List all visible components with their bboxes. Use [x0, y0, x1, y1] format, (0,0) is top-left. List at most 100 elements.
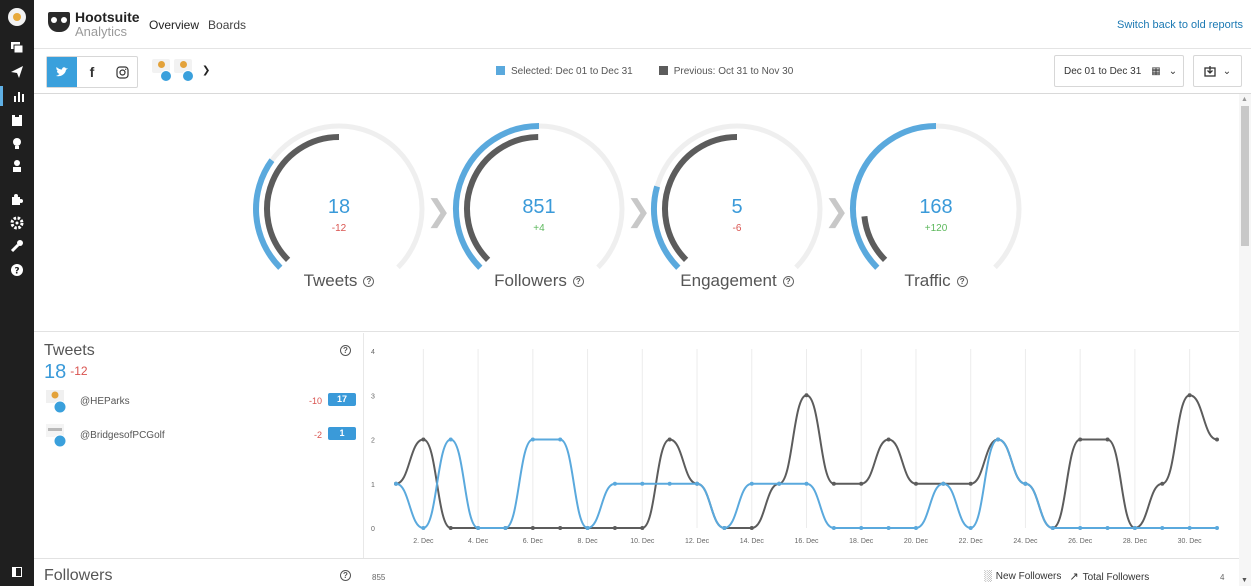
help-icon[interactable]: ?	[7, 260, 27, 280]
tweets-line-chart[interactable]: 0 1 2 3 4 2. Dec 4. Dec 6. Dec 8. Dec 10. Dec 12. …	[365, 333, 1239, 558]
facebook-network-button[interactable]: f	[77, 57, 107, 87]
insights-icon[interactable]	[7, 134, 27, 154]
profile-avatar	[46, 390, 68, 414]
series-selected-point	[421, 526, 426, 530]
brand-subtitle: Analytics	[75, 24, 128, 39]
scrollbar-thumb[interactable]	[1241, 106, 1249, 246]
series-selected-point	[476, 526, 481, 530]
legend-new-label: New Followers	[995, 571, 1062, 582]
twitter-network-button[interactable]	[47, 57, 77, 87]
scroll-down-icon[interactable]: ▼	[1241, 577, 1248, 584]
gauge-engagement[interactable]: 5 -6 Engagement?	[637, 94, 837, 332]
streams-icon[interactable]	[7, 38, 27, 58]
profile-row[interactable]: @HEParks -10 17	[44, 390, 356, 414]
selected-swatch	[496, 66, 505, 75]
x-tick-label: 26. Dec	[1068, 538, 1093, 545]
chevron-down-icon: ⌄	[1222, 65, 1232, 77]
apps-puzzle-icon[interactable]	[7, 190, 27, 210]
x-tick-label: 24. Dec	[1013, 538, 1038, 545]
help-icon[interactable]: ?	[340, 345, 351, 356]
tweets-total-delta: -12	[70, 364, 88, 378]
publisher-icon[interactable]	[7, 62, 27, 82]
followers-axis-top: 855	[372, 573, 386, 582]
export-button[interactable]: ⌄	[1193, 55, 1242, 87]
x-tick-label: 10. Dec	[630, 538, 655, 545]
top-header: Hootsuite Analytics Overview Boards Swit…	[34, 0, 1251, 49]
collapse-sidebar-icon[interactable]	[7, 562, 27, 582]
tab-boards[interactable]: Boards	[208, 18, 246, 32]
legend-total-label: Total Followers	[1082, 572, 1150, 583]
gauge-traffic[interactable]: 168 +120 Traffic?	[836, 94, 1036, 332]
profile-avatar-bridges	[152, 59, 174, 82]
x-tick-label: 2. Dec	[413, 538, 434, 545]
twitter-badge-icon	[182, 70, 194, 82]
series-selected-point	[640, 481, 645, 486]
tweets-panel-title: Tweets	[44, 342, 95, 359]
legend-previous: Previous: Oct 31 to Nov 30	[658, 66, 793, 77]
series-previous-point	[804, 393, 809, 398]
svg-text:?: ?	[14, 267, 19, 277]
profile-handle: @BridgesofPCGolf	[80, 430, 165, 441]
series-selected-point	[777, 481, 782, 486]
settings-gear-icon[interactable]	[7, 213, 27, 233]
help-icon[interactable]: ?	[363, 276, 375, 287]
network-selector: f	[46, 56, 138, 88]
instagram-icon	[115, 65, 129, 79]
tab-overview[interactable]: Overview	[149, 18, 199, 32]
series-selected-point	[831, 526, 836, 530]
series-previous-point	[968, 481, 973, 486]
scroll-up-icon[interactable]: ▲	[1241, 96, 1248, 103]
brand-title: Hootsuite	[75, 9, 140, 25]
gauge-delta: -12	[331, 223, 347, 234]
metric-gauges: 18 -12 Tweets? ❯ 851 +4 Followers? ❯ 5 -…	[34, 94, 1239, 332]
series-previous-point	[612, 526, 617, 530]
help-icon[interactable]: ?	[572, 276, 584, 287]
legend-selected-label: Selected: Dec 01 to Dec 31	[511, 66, 633, 77]
gauge-delta: +120	[924, 223, 948, 234]
series-selected-point	[667, 481, 672, 486]
profile-count-badge: 1	[328, 427, 356, 440]
contacts-icon[interactable]	[7, 156, 27, 176]
gauge-label: Traffic?	[836, 271, 1036, 291]
analytics-icon[interactable]	[0, 86, 34, 106]
date-range-picker[interactable]: Dec 01 to Dec 31 ▦ ⌄	[1054, 55, 1184, 87]
gauge-label-text: Followers	[494, 271, 567, 290]
series-selected-point	[585, 526, 590, 530]
series-previous-point	[1078, 437, 1083, 442]
hootsuite-analytics-logo: Hootsuite Analytics	[48, 10, 140, 38]
series-previous-point	[1160, 481, 1165, 486]
x-tick-label: 4. Dec	[468, 538, 489, 545]
twitter-icon	[56, 67, 68, 77]
legend-new-followers[interactable]: ░ New Followers	[984, 570, 1061, 583]
legend-total-followers[interactable]: ↗ Total Followers	[1069, 570, 1149, 583]
profile-avatar	[46, 424, 68, 448]
series-previous-point	[831, 481, 836, 486]
profile-selector[interactable]: ❯	[152, 59, 210, 82]
period-legend: Selected: Dec 01 to Dec 31 Previous: Oct…	[496, 66, 793, 77]
y-tick-label: 0	[371, 526, 375, 533]
help-icon[interactable]: ?	[340, 570, 351, 581]
series-selected-point	[1078, 526, 1083, 530]
x-tick-label: 16. Dec	[794, 538, 819, 545]
series-selected-point	[530, 437, 535, 442]
switch-old-reports-link[interactable]: Switch back to old reports	[1117, 19, 1243, 31]
series-selected-point	[1105, 526, 1110, 530]
followers-legend: ░ New Followers ↗ Total Followers	[984, 570, 1149, 583]
series-selected-point	[1187, 526, 1192, 530]
assignments-icon[interactable]	[7, 110, 27, 130]
x-tick-label: 20. Dec	[904, 538, 929, 545]
profile-avatar-icon[interactable]	[8, 8, 26, 26]
instagram-network-button[interactable]	[107, 57, 137, 87]
page-scrollbar[interactable]: ▲ ▼	[1239, 94, 1251, 586]
gauge-tweets[interactable]: 18 -12 Tweets?	[239, 94, 439, 332]
help-icon[interactable]: ?	[782, 276, 794, 287]
legend-selected: Selected: Dec 01 to Dec 31	[496, 66, 633, 77]
chevron-down-icon[interactable]: ❯	[202, 65, 210, 76]
followers-panel: Followers ? 855 ░ New Followers ↗ Total Fo…	[34, 558, 1239, 586]
gauge-value: 168	[919, 196, 953, 218]
series-previous-point	[886, 437, 891, 442]
help-icon[interactable]: ?	[956, 276, 968, 287]
profile-row[interactable]: @BridgesofPCGolf -2 1	[44, 424, 356, 448]
tools-wrench-icon[interactable]	[7, 236, 27, 256]
gauge-followers[interactable]: 851 +4 Followers?	[439, 94, 639, 332]
